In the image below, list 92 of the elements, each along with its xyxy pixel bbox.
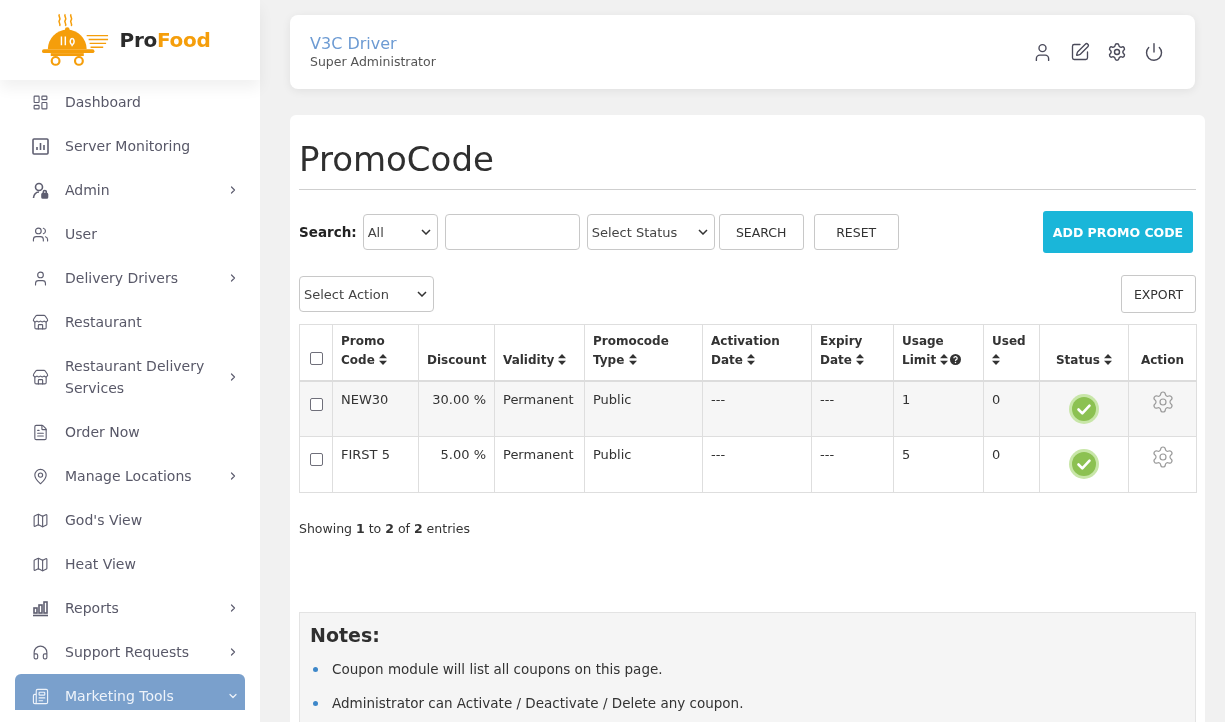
- sort-icon[interactable]: [747, 353, 756, 365]
- table-cell: 5.00 %: [418, 436, 495, 493]
- column-header[interactable]: Activation Date: [702, 324, 812, 381]
- column-header[interactable]: Promocode Type: [584, 324, 703, 381]
- map-icon: [32, 555, 49, 573]
- column-header[interactable]: Used: [983, 324, 1040, 381]
- settings-icon[interactable]: [1107, 42, 1127, 62]
- sidebar-item[interactable]: Restaurant: [15, 300, 245, 344]
- map-pin-icon: [32, 467, 49, 485]
- user-icon: [32, 269, 49, 287]
- note-text: Administrator can Activate / Deactivate / Delete any coupon.: [332, 694, 744, 713]
- sort-icon[interactable]: [1104, 353, 1113, 365]
- store-icon: [32, 368, 49, 386]
- sort-icon[interactable]: [940, 353, 949, 365]
- bullet-icon: [313, 700, 318, 706]
- sidebar-item[interactable]: Admin: [15, 168, 245, 212]
- sort-icon[interactable]: [992, 353, 1000, 365]
- sidebar-item[interactable]: God's View: [15, 498, 245, 542]
- newspaper-icon: [32, 687, 49, 705]
- sidebar-item[interactable]: Server Monitoring: [15, 124, 245, 168]
- chevron-down-icon: [420, 229, 431, 235]
- logo-icon: [41, 13, 110, 67]
- document-icon: [32, 423, 49, 441]
- reset-button[interactable]: RESET: [813, 214, 899, 250]
- column-header[interactable]: Status: [1039, 324, 1129, 381]
- sort-icon[interactable]: [378, 353, 387, 365]
- user-name: V3C Driver: [310, 34, 398, 54]
- column-header[interactable]: Usage Limit: [893, 324, 984, 381]
- table-cell: ---: [702, 380, 812, 437]
- dashboard-icon: [32, 93, 49, 111]
- checkbox[interactable]: [309, 351, 323, 365]
- sidebar-item[interactable]: Order Now: [15, 410, 245, 454]
- store-icon: [32, 313, 49, 331]
- help-icon[interactable]: [950, 353, 962, 365]
- table-cell: 0: [983, 436, 1040, 493]
- bar-chart-icon: [32, 599, 49, 617]
- field-dropdown[interactable]: All: [362, 214, 438, 250]
- check-circle-icon[interactable]: [1069, 449, 1099, 479]
- status-dropdown[interactable]: Select Status: [586, 214, 715, 250]
- column-header[interactable]: Expiry Date: [811, 324, 894, 381]
- table-cell: NEW30: [332, 380, 419, 437]
- search-button[interactable]: SEARCH: [718, 214, 804, 250]
- table-cell: Public: [584, 380, 703, 437]
- users-icon: [32, 225, 49, 243]
- entries-summary: Showing 1 to 2 of 2 entries: [299, 520, 471, 538]
- table-cell: 5: [893, 436, 984, 493]
- sidebar-item[interactable]: Reports: [15, 586, 245, 630]
- edit-icon[interactable]: [1070, 42, 1090, 62]
- table-cell: 1: [893, 380, 984, 437]
- export-button[interactable]: EXPORT: [1121, 275, 1196, 313]
- sidebar-item[interactable]: Support Requests: [15, 630, 245, 674]
- sort-icon[interactable]: [628, 353, 637, 365]
- sidebar-item[interactable]: Restaurant Delivery Services: [15, 344, 245, 410]
- table-cell: ---: [702, 436, 812, 493]
- table-cell: 0: [983, 380, 1040, 437]
- checkbox[interactable]: [309, 397, 323, 411]
- action-dropdown[interactable]: Select Action: [299, 276, 434, 312]
- sidebar-item[interactable]: User: [15, 212, 245, 256]
- user-role: Super Administrator: [310, 54, 436, 70]
- search-field[interactable]: [444, 214, 580, 250]
- table-cell: Permanent: [494, 380, 585, 437]
- table-cell: ---: [811, 436, 894, 493]
- notes-title: Notes:: [310, 623, 381, 647]
- column-header: Action: [1128, 324, 1197, 381]
- column-header[interactable]: Validity: [494, 324, 585, 381]
- table-cell: Public: [584, 436, 703, 493]
- table-cell: Permanent: [494, 436, 585, 493]
- table-cell: ---: [811, 380, 894, 437]
- logo-text: ProFood: [119, 28, 211, 52]
- checkbox[interactable]: [309, 453, 323, 466]
- bullet-icon: [313, 666, 318, 672]
- sidebar-item[interactable]: Heat View: [15, 542, 245, 586]
- check-circle-icon[interactable]: [1069, 393, 1099, 424]
- user-lock-icon: [32, 181, 49, 199]
- search-label: Search:: [299, 224, 357, 240]
- sidebar-item[interactable]: Delivery Drivers: [15, 256, 245, 300]
- map-icon: [32, 511, 49, 529]
- column-header: Discount: [418, 324, 495, 381]
- page-title: PromoCode: [299, 137, 1196, 190]
- sidebar-item[interactable]: Dashboard: [15, 80, 245, 124]
- sidebar-item[interactable]: Manage Locations: [15, 454, 245, 498]
- table-cell: 30.00 %: [418, 380, 495, 437]
- power-icon[interactable]: [1144, 42, 1164, 62]
- column-header[interactable]: Promo Code: [332, 324, 419, 381]
- note-text: Coupon module will list all coupons on this page.: [332, 660, 663, 679]
- chevron-down-icon: [697, 229, 708, 235]
- sort-icon[interactable]: [856, 353, 865, 365]
- chart-icon: [32, 137, 49, 155]
- headphones-icon: [32, 643, 49, 661]
- sort-icon[interactable]: [558, 353, 567, 365]
- chevron-down-icon: [417, 291, 427, 297]
- table-cell: FIRST 5: [332, 436, 419, 493]
